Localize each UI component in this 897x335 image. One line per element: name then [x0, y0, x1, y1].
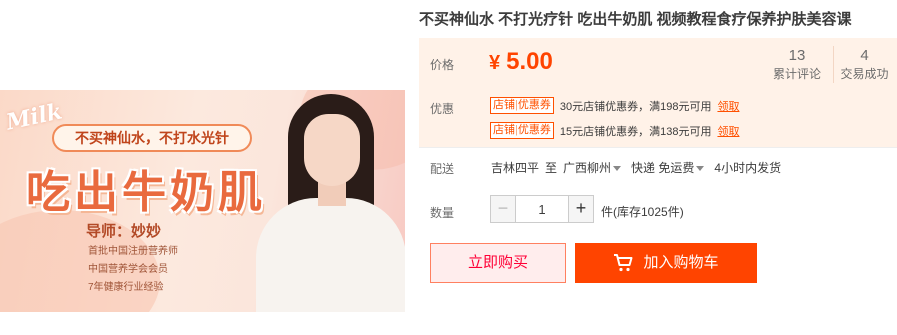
teacher-credential: 7年健康行业经验 — [88, 282, 164, 293]
chevron-down-icon[interactable] — [696, 166, 705, 172]
destination-select[interactable]: 广西柳州 — [563, 161, 611, 175]
teacher-photo — [246, 94, 405, 312]
coupon-badge: 店铺|优惠券 — [490, 122, 554, 139]
quantity-input[interactable] — [516, 195, 568, 223]
deals-label: 交易成功 — [840, 67, 889, 81]
image-banner: 不买神仙水，不打水光针 — [52, 124, 252, 152]
price-value: ¥5.00 — [489, 48, 553, 76]
image-title: 吃出牛奶肌 — [26, 167, 266, 218]
price-amount: 5.00 — [506, 48, 553, 75]
coupon-row: 店铺|优惠券 15元店铺优惠券，满138元可用 领取 — [490, 122, 739, 140]
promotions-label: 优惠 — [430, 102, 455, 116]
coupon-text: 15元店铺优惠券，满138元可用 — [559, 125, 712, 138]
deals-count: 4 — [860, 47, 869, 64]
add-to-cart-button[interactable]: 加入购物车 — [575, 243, 757, 283]
promotions-panel: 优惠 店铺|优惠券 30元店铺优惠券，满198元可用 领取 店铺|优惠券 15元店铺优… — [419, 90, 897, 148]
price-panel: 价格 ¥5.00 13 累计评论 4 交易成功 — [419, 38, 897, 90]
coupon-text: 30元店铺优惠券，满198元可用 — [559, 100, 712, 113]
coupon-badge: 店铺|优惠券 — [490, 97, 554, 114]
teacher-credential: 中国营养学会会员 — [88, 264, 168, 275]
teacher-name: 导师：妙妙 — [86, 223, 162, 240]
ship-to-word: 至 — [545, 161, 558, 175]
quantity-stepper: − + — [490, 195, 594, 223]
shipping-info: 吉林四平至广西柳州 快递 免运费 4小时内发货 — [491, 159, 787, 176]
dispatch-time: 4小时内发货 — [714, 161, 782, 175]
quantity-label: 数量 — [430, 206, 455, 220]
product-title: 不买神仙水 不打光疗针 吃出牛奶肌 视频教程食疗保养护肤美容课 — [419, 11, 852, 28]
cart-icon — [614, 254, 633, 272]
ship-from: 吉林四平 — [491, 161, 540, 175]
shipping-method-select[interactable]: 快递 免运费 — [631, 161, 694, 175]
chevron-down-icon[interactable] — [613, 166, 622, 172]
claim-coupon-link[interactable]: 领取 — [717, 101, 739, 113]
comments-stat[interactable]: 13 累计评论 — [766, 46, 828, 83]
shipping-label: 配送 — [430, 162, 455, 176]
product-main-image[interactable]: Milk 不买神仙水，不打水光针 吃出牛奶肌 导师：妙妙 首批中国注册营养师 中… — [0, 90, 405, 312]
buy-now-button[interactable]: 立即购买 — [430, 243, 566, 283]
price-label: 价格 — [430, 58, 455, 72]
comments-count: 13 — [788, 47, 806, 64]
comments-label: 累计评论 — [772, 67, 821, 81]
decrease-quantity-button[interactable]: − — [490, 195, 516, 223]
currency-symbol: ¥ — [489, 52, 501, 74]
teacher-credential: 首批中国注册营养师 — [88, 246, 178, 257]
coupon-row: 店铺|优惠券 30元店铺优惠券，满198元可用 领取 — [490, 97, 739, 115]
stock-info: 件(库存1025件) — [601, 205, 684, 219]
deals-stat: 4 交易成功 — [833, 46, 895, 83]
claim-coupon-link[interactable]: 领取 — [717, 126, 739, 138]
increase-quantity-button[interactable]: + — [568, 195, 594, 223]
add-to-cart-label: 加入购物车 — [643, 254, 719, 271]
